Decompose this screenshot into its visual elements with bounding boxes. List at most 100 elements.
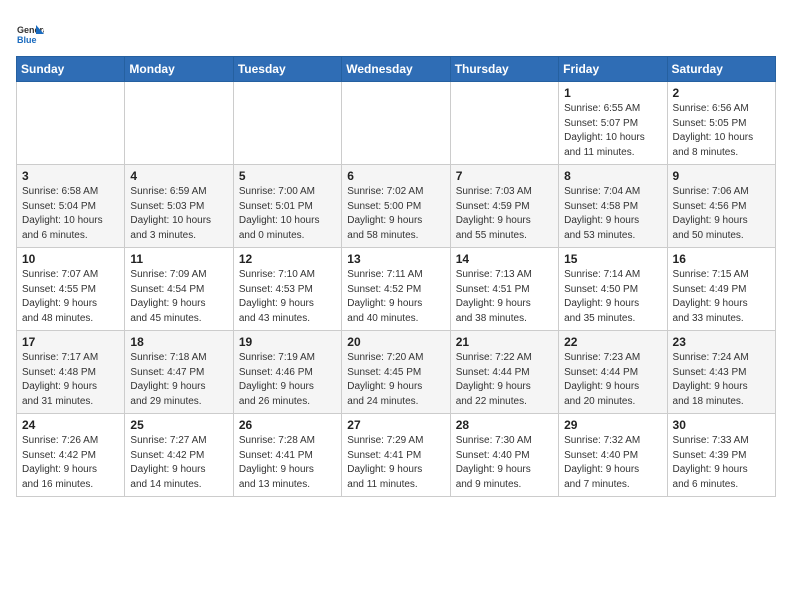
day-number: 28	[456, 418, 553, 432]
day-number: 14	[456, 252, 553, 266]
day-number: 18	[130, 335, 227, 349]
calendar-cell: 25 Sunrise: 7:27 AM Sunset: 4:42 PM Dayli…	[125, 414, 233, 497]
day-number: 6	[347, 169, 444, 183]
day-number: 25	[130, 418, 227, 432]
day-info: Sunrise: 7:17 AM Sunset: 4:48 PM Dayligh…	[22, 351, 119, 409]
day-number: 20	[347, 335, 444, 349]
day-info: Sunrise: 6:56 AM Sunset: 5:05 PM Dayligh…	[673, 102, 770, 160]
calendar-header-wednesday: Wednesday	[342, 57, 450, 82]
day-info: Sunrise: 6:59 AM Sunset: 5:03 PM Dayligh…	[130, 185, 227, 243]
page: General Blue SundayMondayTuesdayWednesda…	[0, 0, 792, 507]
calendar-week-row: 1 Sunrise: 6:55 AM Sunset: 5:07 PM Daylig…	[17, 82, 776, 165]
day-info: Sunrise: 6:55 AM Sunset: 5:07 PM Dayligh…	[564, 102, 661, 160]
day-info: Sunrise: 7:09 AM Sunset: 4:54 PM Dayligh…	[130, 268, 227, 326]
day-number: 5	[239, 169, 336, 183]
calendar: SundayMondayTuesdayWednesdayThursdayFrid…	[16, 56, 776, 497]
day-info: Sunrise: 7:24 AM Sunset: 4:43 PM Dayligh…	[673, 351, 770, 409]
day-number: 22	[564, 335, 661, 349]
day-info: Sunrise: 7:11 AM Sunset: 4:52 PM Dayligh…	[347, 268, 444, 326]
logo: General Blue	[16, 20, 48, 48]
calendar-header-monday: Monday	[125, 57, 233, 82]
calendar-cell: 21 Sunrise: 7:22 AM Sunset: 4:44 PM Dayli…	[450, 331, 558, 414]
calendar-cell: 15 Sunrise: 7:14 AM Sunset: 4:50 PM Dayli…	[559, 248, 667, 331]
calendar-header-friday: Friday	[559, 57, 667, 82]
day-info: Sunrise: 7:22 AM Sunset: 4:44 PM Dayligh…	[456, 351, 553, 409]
day-number: 26	[239, 418, 336, 432]
header: General Blue	[16, 16, 776, 48]
calendar-week-row: 24 Sunrise: 7:26 AM Sunset: 4:42 PM Dayli…	[17, 414, 776, 497]
day-number: 16	[673, 252, 770, 266]
logo-icon: General Blue	[16, 20, 44, 48]
calendar-cell: 17 Sunrise: 7:17 AM Sunset: 4:48 PM Dayli…	[17, 331, 125, 414]
day-number: 19	[239, 335, 336, 349]
day-info: Sunrise: 7:30 AM Sunset: 4:40 PM Dayligh…	[456, 434, 553, 492]
day-info: Sunrise: 7:23 AM Sunset: 4:44 PM Dayligh…	[564, 351, 661, 409]
calendar-week-row: 10 Sunrise: 7:07 AM Sunset: 4:55 PM Dayli…	[17, 248, 776, 331]
day-info: Sunrise: 7:02 AM Sunset: 5:00 PM Dayligh…	[347, 185, 444, 243]
day-info: Sunrise: 6:58 AM Sunset: 5:04 PM Dayligh…	[22, 185, 119, 243]
calendar-cell: 9 Sunrise: 7:06 AM Sunset: 4:56 PM Daylig…	[667, 165, 775, 248]
calendar-cell: 27Sunrise: 7:29 AM Sunset: 4:41 PM Dayli…	[342, 414, 450, 497]
day-info: Sunrise: 7:18 AM Sunset: 4:47 PM Dayligh…	[130, 351, 227, 409]
day-info: Sunrise: 7:29 AM Sunset: 4:41 PM Dayligh…	[347, 434, 444, 492]
calendar-cell	[450, 82, 558, 165]
day-number: 9	[673, 169, 770, 183]
day-number: 3	[22, 169, 119, 183]
day-info: Sunrise: 7:14 AM Sunset: 4:50 PM Dayligh…	[564, 268, 661, 326]
day-number: 17	[22, 335, 119, 349]
day-number: 7	[456, 169, 553, 183]
calendar-cell: 7Sunrise: 7:03 AM Sunset: 4:59 PM Daylig…	[450, 165, 558, 248]
calendar-header-row: SundayMondayTuesdayWednesdayThursdayFrid…	[17, 57, 776, 82]
calendar-cell: 8Sunrise: 7:04 AM Sunset: 4:58 PM Daylig…	[559, 165, 667, 248]
calendar-header-sunday: Sunday	[17, 57, 125, 82]
calendar-cell: 28 Sunrise: 7:30 AM Sunset: 4:40 PM Dayli…	[450, 414, 558, 497]
day-number: 15	[564, 252, 661, 266]
day-number: 13	[347, 252, 444, 266]
day-number: 24	[22, 418, 119, 432]
calendar-cell	[125, 82, 233, 165]
day-number: 29	[564, 418, 661, 432]
day-info: Sunrise: 7:13 AM Sunset: 4:51 PM Dayligh…	[456, 268, 553, 326]
day-number: 21	[456, 335, 553, 349]
day-info: Sunrise: 7:06 AM Sunset: 4:56 PM Dayligh…	[673, 185, 770, 243]
calendar-cell: 23Sunrise: 7:24 AM Sunset: 4:43 PM Dayli…	[667, 331, 775, 414]
calendar-header-tuesday: Tuesday	[233, 57, 341, 82]
calendar-cell: 6 Sunrise: 7:02 AM Sunset: 5:00 PM Daylig…	[342, 165, 450, 248]
calendar-cell: 19 Sunrise: 7:19 AM Sunset: 4:46 PM Dayli…	[233, 331, 341, 414]
day-info: Sunrise: 7:10 AM Sunset: 4:53 PM Dayligh…	[239, 268, 336, 326]
calendar-cell: 22 Sunrise: 7:23 AM Sunset: 4:44 PM Dayli…	[559, 331, 667, 414]
day-info: Sunrise: 7:33 AM Sunset: 4:39 PM Dayligh…	[673, 434, 770, 492]
day-info: Sunrise: 7:20 AM Sunset: 4:45 PM Dayligh…	[347, 351, 444, 409]
calendar-cell: 1 Sunrise: 6:55 AM Sunset: 5:07 PM Daylig…	[559, 82, 667, 165]
day-number: 12	[239, 252, 336, 266]
day-number: 30	[673, 418, 770, 432]
calendar-cell	[17, 82, 125, 165]
day-info: Sunrise: 7:28 AM Sunset: 4:41 PM Dayligh…	[239, 434, 336, 492]
calendar-cell: 10 Sunrise: 7:07 AM Sunset: 4:55 PM Dayli…	[17, 248, 125, 331]
day-number: 2	[673, 86, 770, 100]
calendar-cell	[342, 82, 450, 165]
day-info: Sunrise: 7:27 AM Sunset: 4:42 PM Dayligh…	[130, 434, 227, 492]
day-info: Sunrise: 7:00 AM Sunset: 5:01 PM Dayligh…	[239, 185, 336, 243]
day-info: Sunrise: 7:07 AM Sunset: 4:55 PM Dayligh…	[22, 268, 119, 326]
calendar-cell: 16Sunrise: 7:15 AM Sunset: 4:49 PM Dayli…	[667, 248, 775, 331]
calendar-cell: 30 Sunrise: 7:33 AM Sunset: 4:39 PM Dayli…	[667, 414, 775, 497]
calendar-week-row: 17 Sunrise: 7:17 AM Sunset: 4:48 PM Dayli…	[17, 331, 776, 414]
calendar-cell: 24 Sunrise: 7:26 AM Sunset: 4:42 PM Dayli…	[17, 414, 125, 497]
day-info: Sunrise: 7:04 AM Sunset: 4:58 PM Dayligh…	[564, 185, 661, 243]
calendar-cell: 2 Sunrise: 6:56 AM Sunset: 5:05 PM Daylig…	[667, 82, 775, 165]
calendar-cell: 13 Sunrise: 7:11 AM Sunset: 4:52 PM Dayli…	[342, 248, 450, 331]
svg-text:Blue: Blue	[17, 35, 37, 45]
day-info: Sunrise: 7:32 AM Sunset: 4:40 PM Dayligh…	[564, 434, 661, 492]
day-info: Sunrise: 7:26 AM Sunset: 4:42 PM Dayligh…	[22, 434, 119, 492]
day-number: 4	[130, 169, 227, 183]
calendar-cell: 3 Sunrise: 6:58 AM Sunset: 5:04 PM Daylig…	[17, 165, 125, 248]
calendar-cell: 26 Sunrise: 7:28 AM Sunset: 4:41 PM Dayli…	[233, 414, 341, 497]
calendar-cell: 5 Sunrise: 7:00 AM Sunset: 5:01 PM Daylig…	[233, 165, 341, 248]
calendar-week-row: 3 Sunrise: 6:58 AM Sunset: 5:04 PM Daylig…	[17, 165, 776, 248]
day-number: 10	[22, 252, 119, 266]
day-info: Sunrise: 7:19 AM Sunset: 4:46 PM Dayligh…	[239, 351, 336, 409]
calendar-cell: 20 Sunrise: 7:20 AM Sunset: 4:45 PM Dayli…	[342, 331, 450, 414]
day-number: 1	[564, 86, 661, 100]
day-number: 11	[130, 252, 227, 266]
